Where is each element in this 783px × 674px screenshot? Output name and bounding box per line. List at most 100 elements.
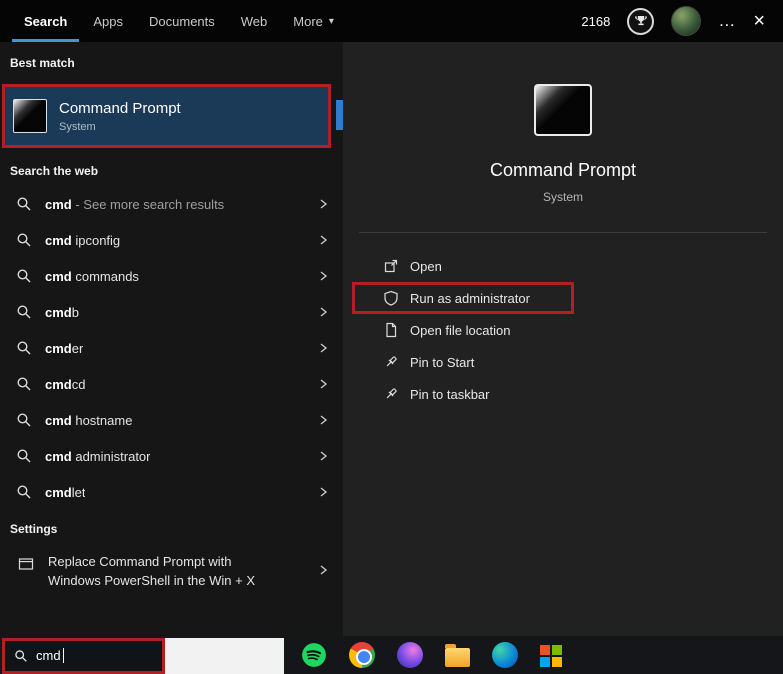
- command-prompt-icon-large: [534, 84, 592, 136]
- edge-icon[interactable]: [492, 642, 518, 668]
- more-options-icon[interactable]: …: [718, 11, 736, 31]
- shield-icon: [384, 290, 398, 306]
- preview-title: Command Prompt: [489, 160, 637, 180]
- suggestion-cmd-administrator[interactable]: cmd administrator: [0, 438, 343, 474]
- action-pin-to-start[interactable]: Pin to Start: [343, 346, 783, 378]
- suggestion-text: cmd - See more search results: [45, 196, 225, 212]
- search-top-bar: Search Apps Documents Web More ▾ 2168 … …: [0, 0, 783, 42]
- spotify-icon[interactable]: [301, 642, 327, 668]
- text-cursor: [62, 648, 64, 663]
- context-actions: Open Run as administrator Open file loca…: [343, 250, 783, 410]
- suggestion-cmd-ipconfig[interactable]: cmd ipconfig: [0, 222, 343, 258]
- suggestion-text: cmdb: [45, 304, 79, 320]
- tab-web[interactable]: Web: [241, 0, 268, 42]
- chevron-right-icon[interactable]: [317, 342, 329, 354]
- tab-more[interactable]: More ▾: [293, 0, 334, 42]
- file-explorer-icon[interactable]: [445, 643, 470, 667]
- chevron-right-icon[interactable]: [317, 564, 329, 576]
- search-content: Best match Command Prompt System Search …: [0, 42, 783, 636]
- best-match-text: Command Prompt System: [59, 100, 181, 133]
- taskbar-search-value: cmd: [36, 648, 61, 663]
- search-tabs: Search Apps Documents Web More ▾: [0, 0, 334, 42]
- chevron-right-icon[interactable]: [317, 414, 329, 426]
- divider: [359, 232, 767, 233]
- search-icon: [17, 377, 31, 391]
- pin-icon: [386, 356, 397, 367]
- taskbar-app-icons: [301, 642, 562, 668]
- action-run-as-administrator[interactable]: Run as administrator: [352, 282, 574, 314]
- chevron-right-icon[interactable]: [317, 198, 329, 210]
- suggestion-text: cmd hostname: [45, 412, 133, 428]
- suggestion-text: cmd administrator: [45, 448, 151, 464]
- window-icon: [18, 558, 34, 570]
- search-icon: [17, 305, 31, 319]
- suggestion-text: cmdcd: [45, 376, 86, 392]
- trophy-glyph: [634, 16, 647, 26]
- close-icon[interactable]: ×: [753, 11, 765, 31]
- taskbar-search-input[interactable]: cmd: [2, 637, 165, 674]
- action-pin-to-taskbar[interactable]: Pin to taskbar: [343, 378, 783, 410]
- best-match-subtitle: System: [59, 120, 96, 133]
- settings-item-text: Replace Command Prompt with Windows Powe…: [48, 554, 256, 588]
- best-match-result-command-prompt[interactable]: Command Prompt System: [2, 84, 331, 148]
- suggestion-text: cmdlet: [45, 484, 86, 500]
- chevron-down-icon: ▾: [328, 15, 334, 27]
- suggestion-text: cmd commands: [45, 268, 139, 284]
- microsoft-app-icon[interactable]: [540, 645, 562, 667]
- ms-square-blue: [540, 657, 550, 667]
- chevron-right-icon[interactable]: [317, 270, 329, 282]
- suggestion-cmdb[interactable]: cmdb: [0, 294, 343, 330]
- gamerscore-value[interactable]: 2168: [581, 14, 610, 29]
- trophy-icon[interactable]: [627, 7, 655, 35]
- accent-marker: [336, 100, 343, 130]
- preview-panel: Command Prompt System Open Run as admini…: [343, 42, 783, 636]
- suggestion-cmdcd[interactable]: cmdcd: [0, 366, 343, 402]
- settings-header: Settings: [10, 522, 58, 536]
- chevron-right-icon[interactable]: [317, 486, 329, 498]
- ms-square-green: [552, 645, 562, 655]
- chevron-right-icon[interactable]: [317, 234, 329, 246]
- chevron-right-icon[interactable]: [317, 378, 329, 390]
- search-web-header: Search the web: [10, 164, 99, 178]
- suggestion-cmd-see-more[interactable]: cmd - See more search results: [0, 186, 343, 222]
- open-window-icon: [384, 259, 398, 273]
- taskbar-search-field-extension[interactable]: [165, 637, 284, 674]
- search-icon: [17, 485, 31, 499]
- action-open-file-location[interactable]: Open file location: [343, 314, 783, 346]
- topbar-right-cluster: 2168 … ×: [581, 6, 783, 36]
- best-match-title: Command Prompt: [59, 99, 181, 117]
- ms-square-yellow: [552, 657, 562, 667]
- media-app-icon[interactable]: [397, 642, 423, 668]
- suggestion-text: cmder: [45, 340, 84, 356]
- action-open[interactable]: Open: [343, 250, 783, 282]
- document-icon: [386, 322, 397, 338]
- preview-subtitle: System: [542, 190, 583, 204]
- search-icon: [17, 413, 31, 427]
- best-match-header: Best match: [10, 56, 75, 70]
- settings-item-replace-cmd-powershell[interactable]: Replace Command Prompt with Windows Powe…: [0, 544, 343, 590]
- tab-documents[interactable]: Documents: [149, 0, 215, 42]
- taskbar: cmd: [0, 636, 783, 674]
- chevron-right-icon[interactable]: [317, 450, 329, 462]
- search-icon: [17, 269, 31, 283]
- suggestion-cmd-hostname[interactable]: cmd hostname: [0, 402, 343, 438]
- tab-apps[interactable]: Apps: [93, 0, 123, 42]
- search-icon: [17, 233, 31, 247]
- ms-square-red: [540, 645, 550, 655]
- search-icon: [17, 197, 31, 211]
- chrome-icon[interactable]: [349, 642, 375, 668]
- suggestion-cmd-commands[interactable]: cmd commands: [0, 258, 343, 294]
- results-panel: Best match Command Prompt System Search …: [0, 42, 343, 636]
- search-icon: [15, 649, 27, 662]
- user-avatar[interactable]: [671, 6, 702, 36]
- windows-search-flyout: Search Apps Documents Web More ▾ 2168 … …: [0, 0, 783, 674]
- pin-icon: [386, 388, 397, 399]
- search-icon: [17, 341, 31, 355]
- suggestion-cmdlet[interactable]: cmdlet: [0, 474, 343, 510]
- suggestion-text: cmd ipconfig: [45, 232, 121, 248]
- suggestion-cmder[interactable]: cmder: [0, 330, 343, 366]
- tab-search[interactable]: Search: [11, 0, 80, 42]
- command-prompt-icon: [13, 99, 47, 133]
- search-icon: [17, 449, 31, 463]
- chevron-right-icon[interactable]: [317, 306, 329, 318]
